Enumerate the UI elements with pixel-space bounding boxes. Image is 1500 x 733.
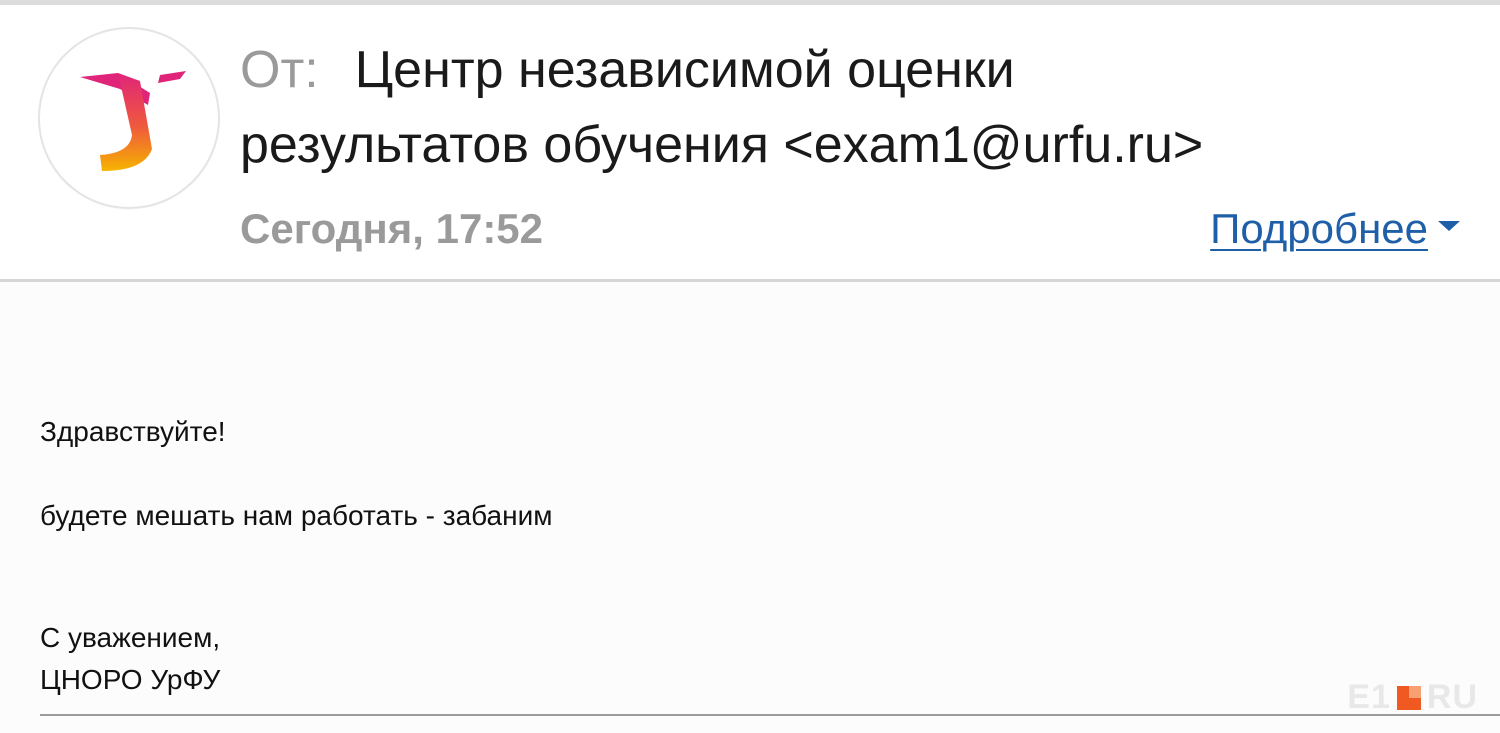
bottom-divider xyxy=(40,714,1500,716)
sender-name[interactable]: Центр независимой оценки xyxy=(355,41,1015,99)
from-label: От: xyxy=(240,41,319,99)
from-block: От: Центр независимой оценки результатов … xyxy=(240,33,1470,183)
message-greeting: Здравствуйте! xyxy=(40,416,226,447)
email-header: От: Центр независимой оценки результатов … xyxy=(0,5,1500,280)
e1-watermark: E1 RU xyxy=(1347,678,1478,717)
watermark-right: RU xyxy=(1426,678,1478,716)
urfu-logo-icon xyxy=(80,71,186,171)
watermark-square-icon xyxy=(1396,685,1421,710)
message-date: Сегодня, 17:52 xyxy=(240,205,544,252)
caret-down-icon[interactable] xyxy=(1438,221,1460,231)
message-signature: ЦНОРО УрФУ xyxy=(40,664,221,695)
watermark-left: E1 xyxy=(1347,678,1391,716)
message-signoff: С уважением, xyxy=(40,622,221,653)
sender-avatar[interactable] xyxy=(40,29,218,207)
details-label[interactable]: Подробнее xyxy=(1210,201,1428,257)
details-link[interactable]: Подробнее xyxy=(1210,201,1460,257)
message-text: будете мешать нам работать - забаним xyxy=(40,500,553,531)
sender-address[interactable]: результатов обучения <exam1@urfu.ru> xyxy=(240,108,1470,183)
